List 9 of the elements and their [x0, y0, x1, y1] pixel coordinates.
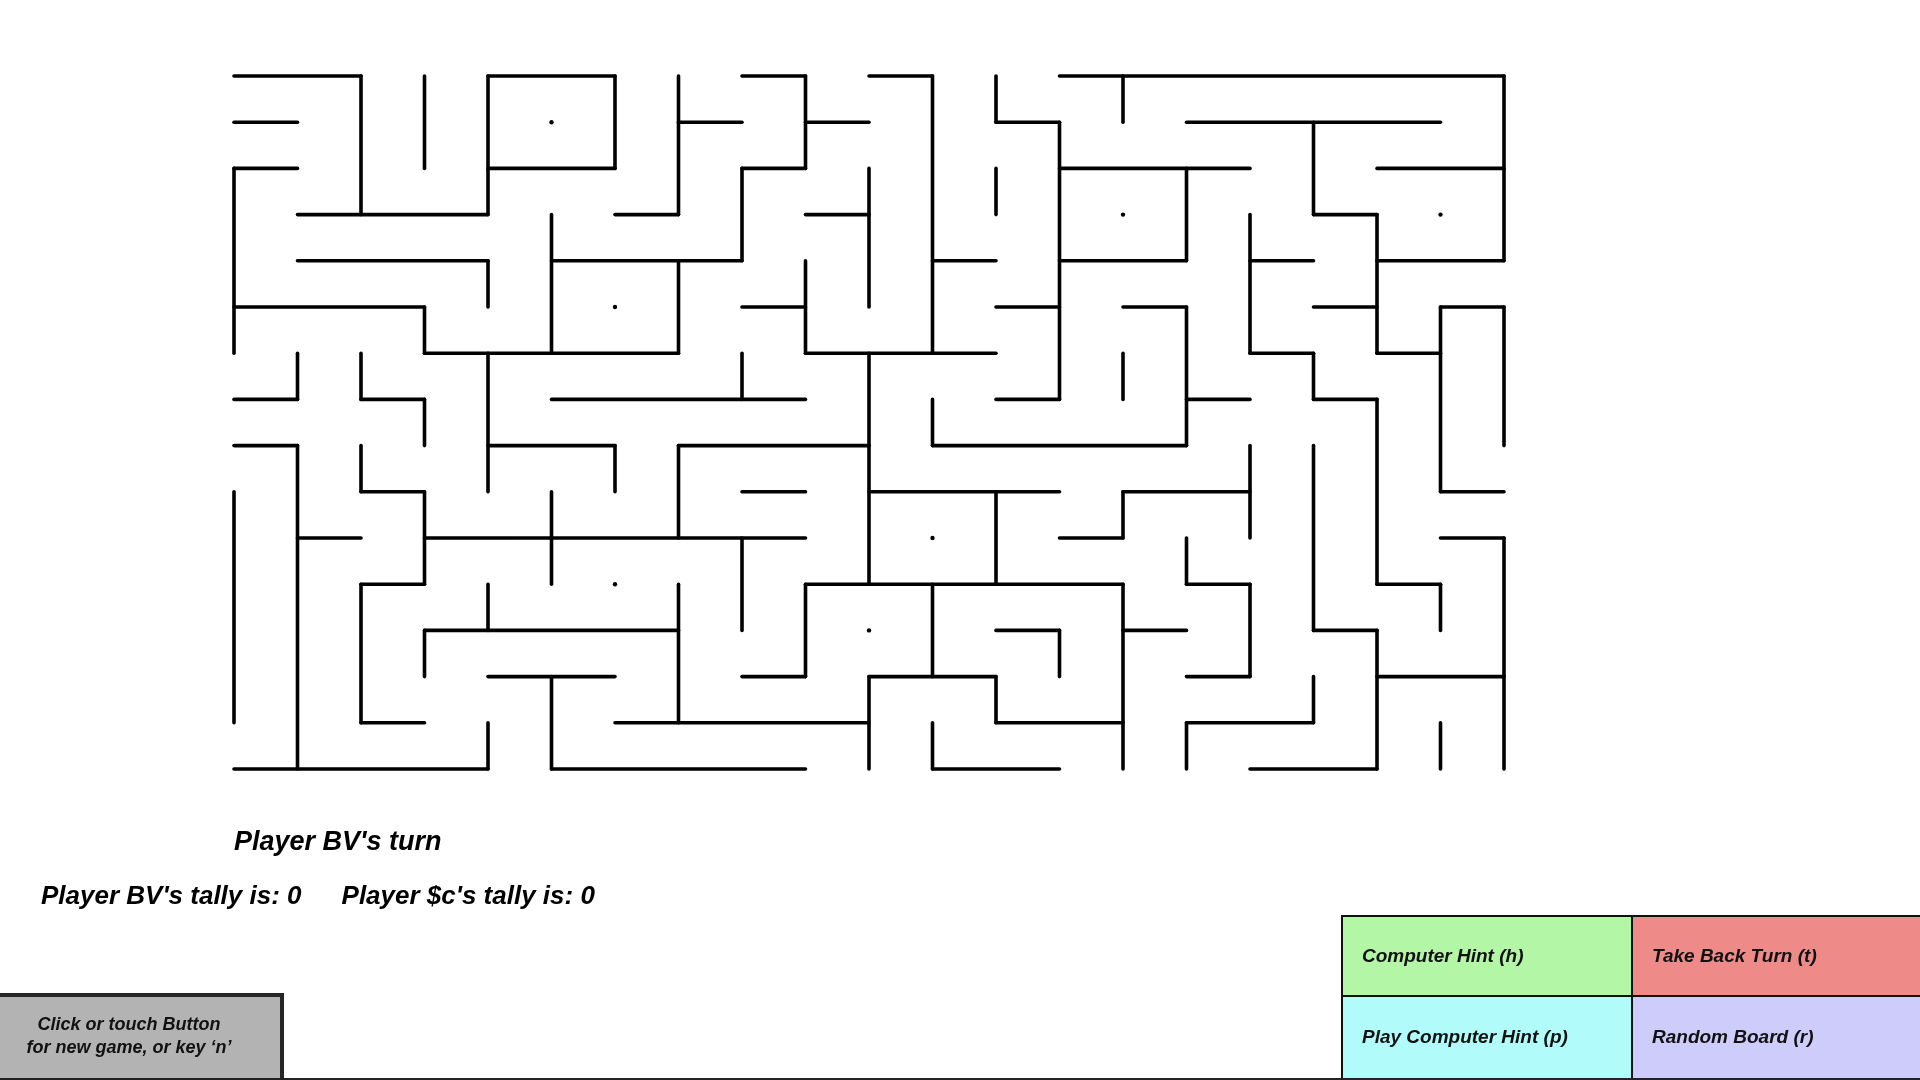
turn-status: Player BV's turn — [234, 826, 442, 856]
tally-text: Player $c's tally is: 0 — [341, 880, 595, 910]
action-button[interactable]: Computer Hint (h) — [1343, 917, 1633, 997]
action-button[interactable]: Take Back Turn (t) — [1633, 917, 1920, 997]
new-game-button[interactable]: Click or touch Button for new game, or key ‘n’ — [0, 993, 284, 1078]
action-button[interactable]: Play Computer Hint (p) — [1343, 997, 1633, 1078]
maze-board[interactable] — [231, 73, 1507, 772]
tally-text: Player BV's tally is: 0 — [41, 880, 302, 910]
action-button[interactable]: Random Board (r) — [1633, 997, 1920, 1078]
